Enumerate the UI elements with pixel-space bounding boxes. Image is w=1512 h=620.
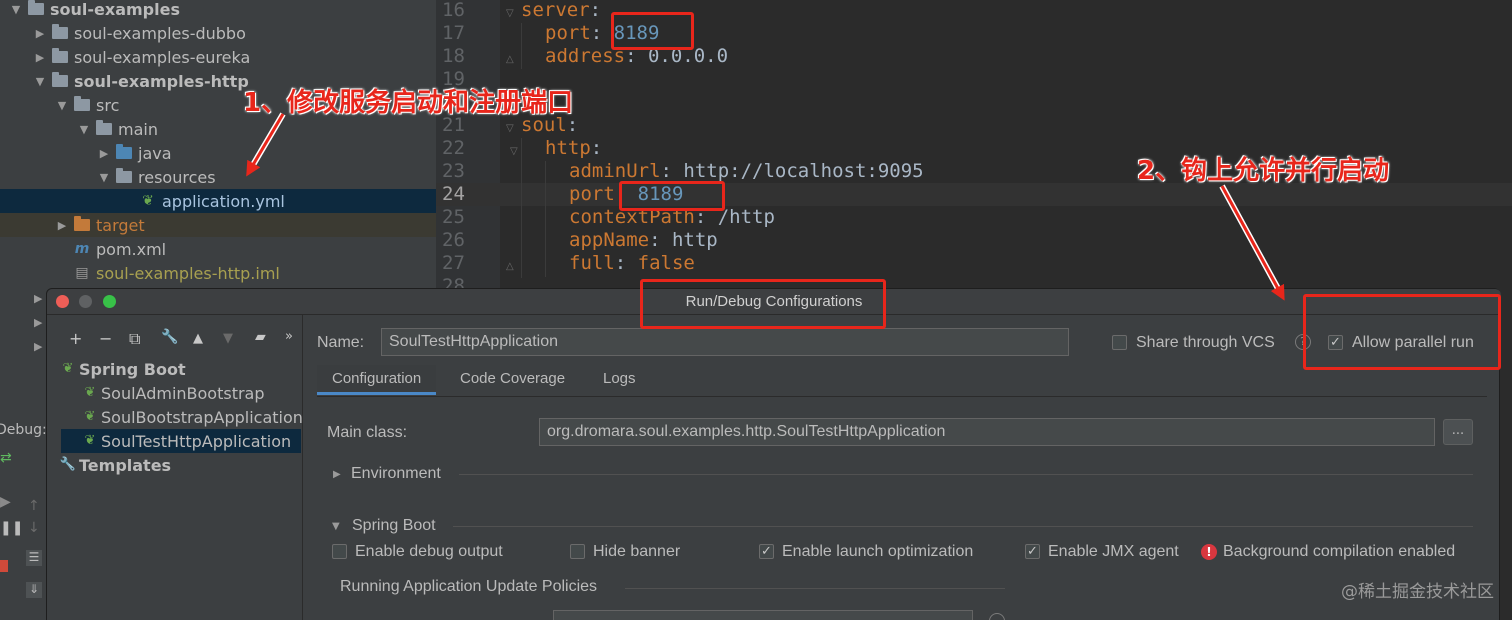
annotation-arrows [246,112,1285,301]
annotation-arrow-1 [246,113,285,177]
annotation-arrow-2 [1220,185,1285,301]
watermark: @稀土掘金技术社区 [1341,582,1494,602]
